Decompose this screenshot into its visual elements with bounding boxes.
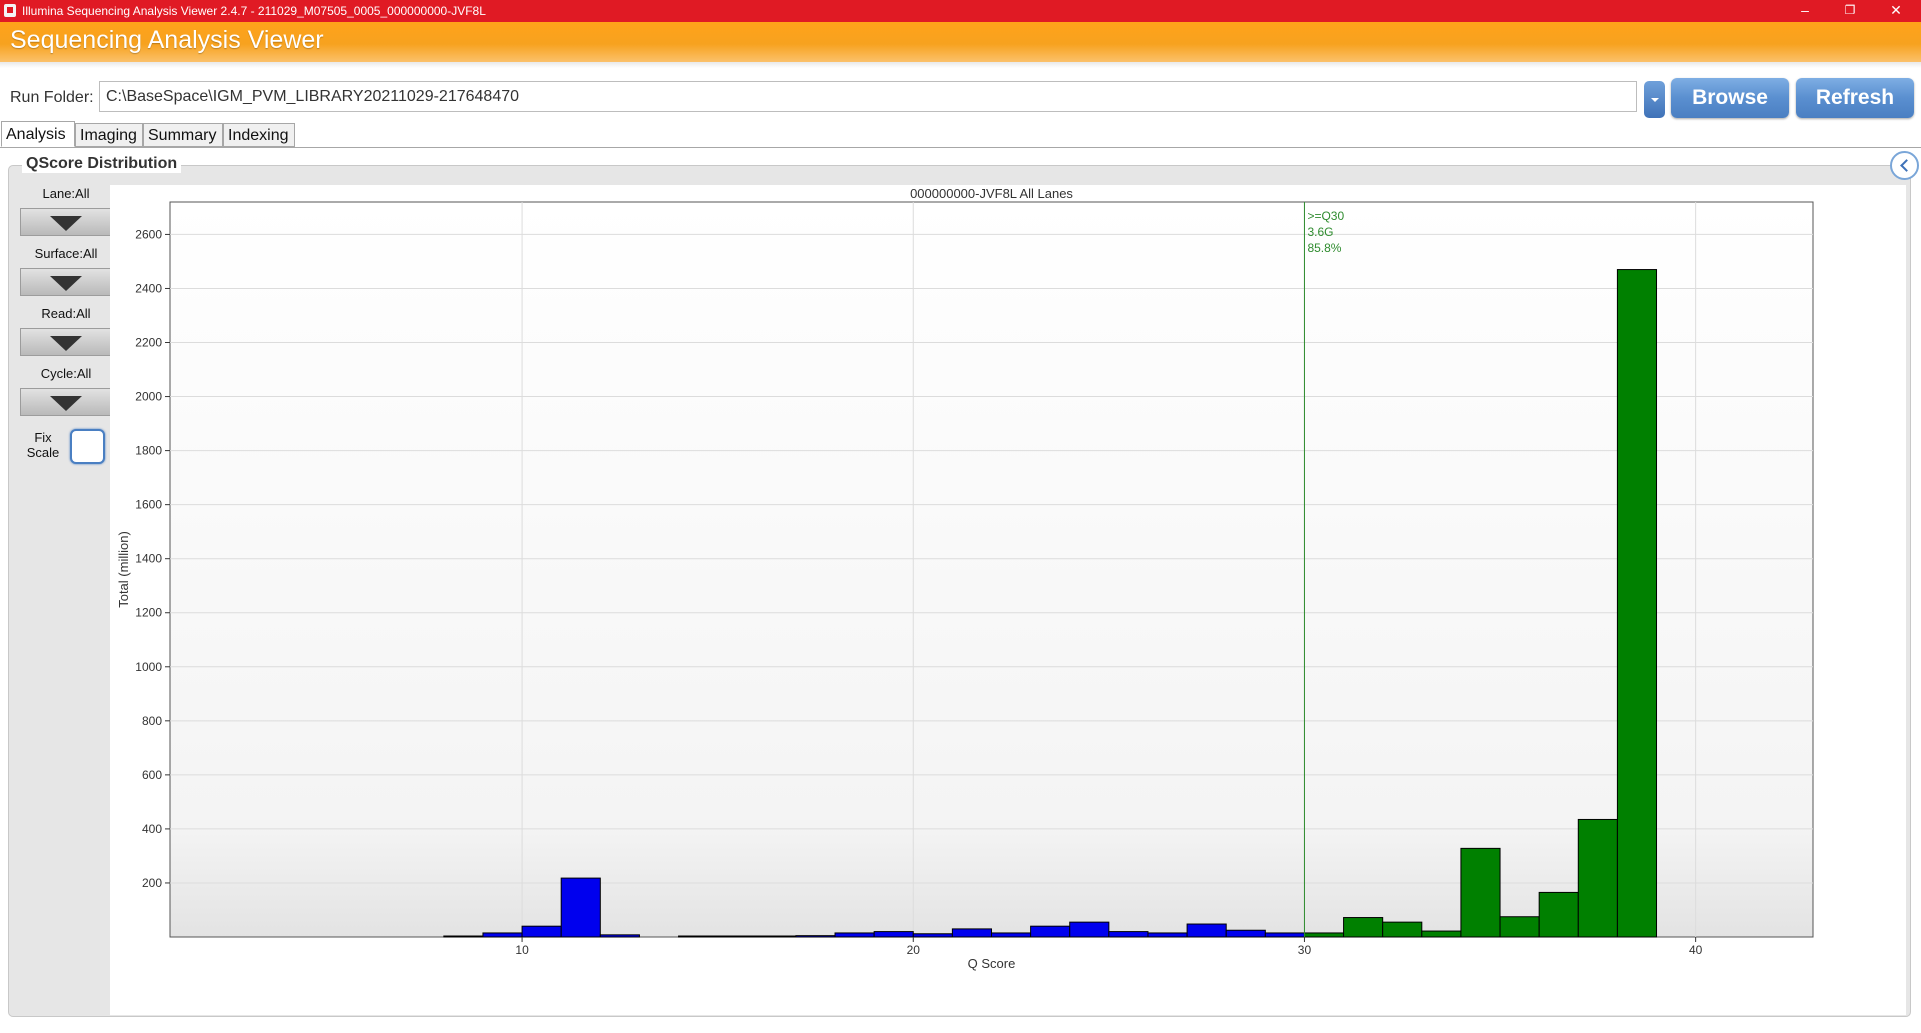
y-tick-label: 1800: [135, 444, 162, 458]
bar-q24: [1069, 921, 1110, 938]
surface-filter-dropdown[interactable]: [20, 268, 112, 296]
y-tick-label: 2200: [135, 336, 162, 350]
y-tick-label: 2600: [135, 227, 162, 241]
run-folder-label: Run Folder:: [10, 89, 94, 106]
tab-imaging[interactable]: Imaging: [75, 123, 143, 147]
window-title-bar: Illumina Sequencing Analysis Viewer 2.4.…: [0, 0, 1921, 22]
bar-q14: [678, 935, 719, 938]
bar-q38: [1616, 269, 1658, 938]
x-tick-label: 40: [1689, 943, 1703, 957]
run-folder-input[interactable]: [99, 81, 1637, 112]
q30-annotation-line: 85.8%: [1307, 241, 1341, 255]
restore-button[interactable]: ❐: [1827, 0, 1873, 22]
bar-q27: [1186, 923, 1227, 938]
fix-scale-checkbox[interactable]: [70, 429, 105, 464]
surface-filter-label: Surface:All: [34, 246, 98, 261]
y-tick-label: 2400: [135, 281, 162, 295]
cycle-filter-dropdown[interactable]: [20, 388, 112, 416]
bar-q12: [599, 934, 640, 938]
bar-q37: [1577, 818, 1618, 938]
bar-q28: [1225, 929, 1266, 938]
y-tick-label: 1600: [135, 498, 162, 512]
section-rule: [180, 165, 1890, 166]
bar-q19: [873, 931, 914, 938]
plot-area: [169, 201, 1814, 938]
bar-q25: [1108, 931, 1149, 938]
bar-q11: [560, 877, 601, 938]
y-tick-label: 600: [142, 768, 162, 782]
app-header: Sequencing Analysis Viewer: [0, 22, 1921, 62]
y-tick-label: 800: [142, 714, 162, 728]
q30-annotation-line: >=Q30: [1307, 209, 1344, 223]
bar-q29: [1264, 932, 1305, 938]
lane-filter-dropdown[interactable]: [20, 208, 112, 236]
lane-filter-label: Lane:All: [42, 186, 90, 201]
bar-q15: [717, 935, 758, 938]
section-title: QScore Distribution: [22, 155, 182, 173]
bar-q31: [1343, 917, 1384, 938]
y-tick-label: 2000: [135, 390, 162, 404]
qscore-chart: >=Q30 3.6G 85.8% 200 400 600 800 1000 1200 1400 1…: [110, 185, 1906, 1015]
bar-q9: [482, 932, 523, 938]
collapse-panel-button[interactable]: [1890, 151, 1919, 180]
y-axis-label: Total (million): [116, 531, 131, 608]
window-title: Illumina Sequencing Analysis Viewer 2.4.…: [22, 4, 486, 18]
y-tick-label: 1400: [135, 552, 162, 566]
bar-q30: [1303, 932, 1345, 938]
x-tick-label: 10: [515, 943, 529, 957]
bar-q34: [1460, 847, 1501, 938]
q30-annotation-line: 3.6G: [1307, 225, 1333, 239]
y-tick-label: 1000: [135, 660, 162, 674]
bar-q17: [795, 935, 836, 938]
bar-q22: [991, 932, 1032, 938]
app-header-title: Sequencing Analysis Viewer: [10, 26, 324, 54]
read-filter-dropdown[interactable]: [20, 328, 112, 356]
qscore-chart-svg: >=Q30 3.6G 85.8% 200 400 600 800 1000 1200 1400 1…: [110, 185, 1906, 1015]
fix-scale-label: Fix Scale: [26, 430, 60, 460]
bar-q20: [912, 933, 953, 938]
close-button[interactable]: ✕: [1873, 0, 1919, 22]
tab-divider: [0, 147, 1921, 148]
cycle-filter-label: Cycle:All: [40, 366, 92, 381]
y-tick-label: 400: [142, 822, 162, 836]
y-tick-label: 200: [142, 876, 162, 890]
bar-q21: [951, 928, 993, 938]
bar-q18: [834, 932, 875, 938]
x-axis-label: Q Score: [968, 956, 1016, 971]
bar-q8: [443, 935, 484, 938]
app-icon: [4, 4, 16, 17]
browse-button[interactable]: Browse: [1671, 78, 1789, 118]
tab-summary[interactable]: Summary: [143, 123, 223, 147]
refresh-button[interactable]: Refresh: [1796, 78, 1914, 118]
read-filter-label: Read:All: [41, 306, 91, 321]
bar-q36: [1538, 891, 1579, 938]
tab-analysis[interactable]: Analysis: [1, 121, 75, 147]
bar-q32: [1382, 921, 1423, 938]
chart-title: 000000000-JVF8L All Lanes: [910, 186, 1073, 201]
bar-q35: [1499, 916, 1540, 938]
tab-indexing[interactable]: Indexing: [223, 123, 295, 147]
bar-q16: [756, 935, 797, 938]
x-tick-label: 20: [907, 943, 921, 957]
x-tick-label: 30: [1298, 943, 1312, 957]
run-folder-dropdown-button[interactable]: [1644, 81, 1665, 118]
bar-q26: [1147, 932, 1188, 938]
bar-q33: [1421, 930, 1462, 938]
bar-q10: [521, 925, 562, 938]
minimize-button[interactable]: –: [1782, 0, 1828, 22]
bar-q23: [1030, 925, 1071, 938]
y-tick-label: 1200: [135, 606, 162, 620]
header-shadow: [0, 62, 1921, 68]
